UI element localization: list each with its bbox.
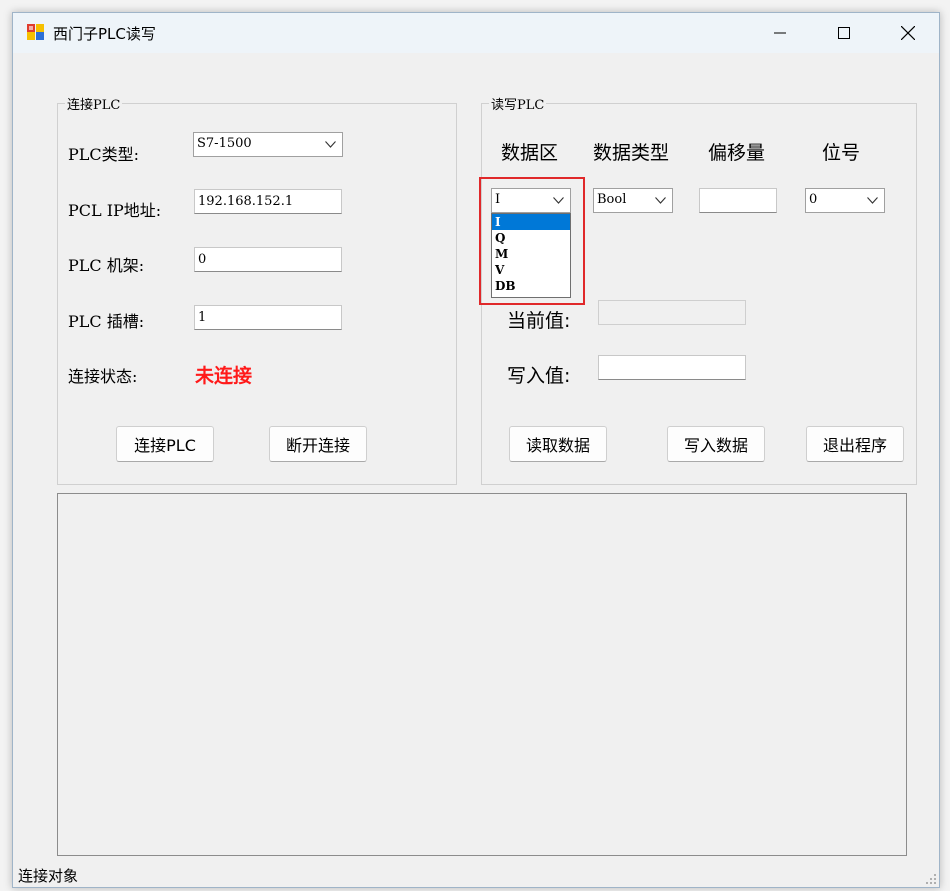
close-icon [901,26,915,40]
dropdown-option-m[interactable]: M [492,246,570,262]
current-value-field [598,300,746,325]
dropdown-option-q[interactable]: Q [492,230,570,246]
offset-header: 偏移量 [708,142,766,164]
status-label: 连接状态: [68,367,138,386]
read-write-group-title: 读写PLC [489,94,547,113]
rack-label: PLC 机架: [68,256,145,275]
log-output-box[interactable] [57,493,907,856]
exit-program-button[interactable]: 退出程序 [806,426,904,462]
plc-type-value: S7-1500 [197,136,252,151]
chevron-down-icon [325,141,336,148]
rack-input[interactable]: 0 [194,247,342,272]
ip-address-input[interactable]: 192.168.152.1 [194,189,342,214]
bit-select[interactable]: 0 [805,188,885,213]
data-type-select[interactable]: Bool [593,188,673,213]
connection-group-title: 连接PLC [65,94,123,113]
bit-header: 位号 [822,142,861,164]
data-area-dropdown-list[interactable]: I Q M V DB [491,213,571,298]
chevron-down-icon [655,197,666,204]
dropdown-option-db[interactable]: DB [492,278,570,294]
data-type-header: 数据类型 [593,142,670,164]
plc-type-select[interactable]: S7-1500 [193,132,343,157]
status-bar-text: 连接对象 [18,867,79,885]
connection-status-value: 未连接 [195,365,253,387]
data-area-select[interactable]: I [491,188,571,213]
slot-label: PLC 插槽: [68,312,145,331]
write-data-button[interactable]: 写入数据 [667,426,765,462]
data-area-header: 数据区 [501,142,559,164]
chevron-down-icon [867,197,878,204]
slot-input[interactable]: 1 [194,305,342,330]
app-icon [27,24,44,40]
minimize-icon [774,32,786,34]
data-type-value: Bool [597,192,627,207]
offset-input[interactable] [699,188,777,213]
window-title: 西门子PLC读写 [53,25,156,43]
bit-value: 0 [809,192,818,207]
plc-type-label: PLC类型: [68,145,140,164]
title-bar[interactable]: 西门子PLC读写 [13,13,939,53]
maximize-icon [838,27,850,39]
maximize-button[interactable] [815,13,873,53]
write-value-input[interactable] [598,355,746,380]
main-window: 西门子PLC读写 连接PLC PLC类型: S7-1500 PCL IP地址: … [12,12,940,888]
close-button[interactable] [879,13,937,53]
dropdown-option-i[interactable]: I [492,214,570,230]
write-value-label: 写入值: [507,365,571,387]
minimize-button[interactable] [751,13,809,53]
dropdown-option-v[interactable]: V [492,262,570,278]
chevron-down-icon [553,197,564,204]
data-area-value: I [495,192,501,207]
ip-label: PCL IP地址: [68,201,162,220]
current-value-label: 当前值: [507,310,571,332]
connect-plc-button[interactable]: 连接PLC [116,426,214,462]
status-bar: 连接对象 [13,861,939,887]
read-data-button[interactable]: 读取数据 [509,426,607,462]
disconnect-button[interactable]: 断开连接 [269,426,367,462]
resize-grip-icon[interactable] [925,873,937,885]
